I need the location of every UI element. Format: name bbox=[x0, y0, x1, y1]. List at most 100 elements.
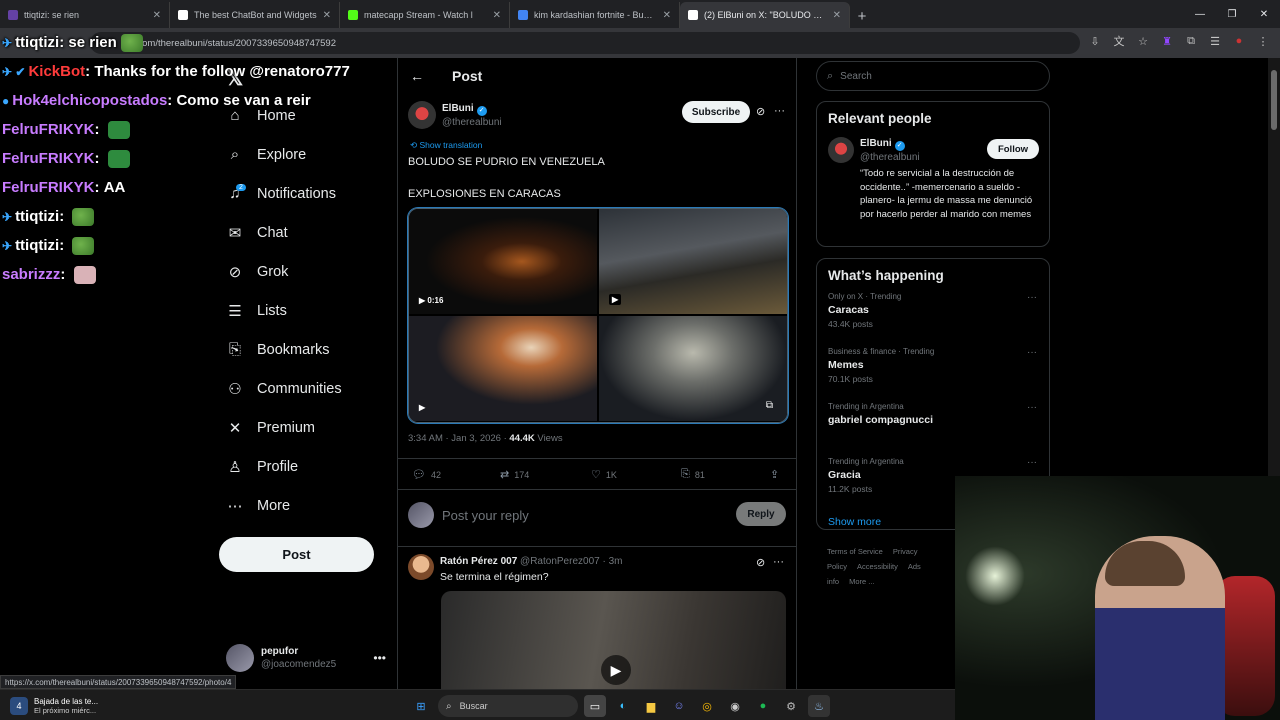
minimize-icon[interactable]: — bbox=[1184, 0, 1216, 28]
close-tab-icon[interactable]: ✕ bbox=[323, 10, 331, 21]
tweet-text: BOLUDO SE PUDRIO EN VENEZUELA EXPLOSIONE… bbox=[408, 154, 788, 202]
browser-tab[interactable]: ttiqtizi: se rien ✕ bbox=[0, 2, 170, 28]
grok-icon[interactable]: ⊘ bbox=[756, 105, 765, 118]
news-widget[interactable]: 4 Bajada de las te... El próximo miérc..… bbox=[10, 693, 150, 719]
chat-emote-icon bbox=[72, 236, 95, 255]
side-panel-icon[interactable]: ☰ bbox=[1208, 34, 1222, 48]
github-icon[interactable]: ◉ bbox=[724, 695, 746, 717]
trend-item[interactable]: Trending in Argentina gabriel compagnucci… bbox=[817, 402, 1049, 457]
windows-start-icon[interactable]: ⊞ bbox=[410, 695, 432, 717]
reply-action[interactable]: 💬︎ 42 bbox=[412, 468, 441, 481]
close-window-icon[interactable]: ✕ bbox=[1248, 0, 1280, 28]
more-options-icon[interactable]: ··· bbox=[1027, 347, 1037, 358]
search-input[interactable]: ⌕ Search bbox=[816, 61, 1050, 91]
profile-avatar-icon[interactable]: ● bbox=[1232, 34, 1246, 48]
tab-favicon-icon bbox=[688, 10, 698, 20]
browser-menu-icon[interactable]: ⋮ bbox=[1256, 34, 1270, 48]
repost-action[interactable]: ⇄ 174 bbox=[500, 468, 529, 481]
chat-colon: : bbox=[59, 208, 65, 225]
reply-button[interactable]: Reply bbox=[736, 502, 786, 526]
video-thumbnail-1[interactable]: ▶ 0:16 bbox=[409, 209, 597, 314]
taskbar-search[interactable]: ⌕ Buscar bbox=[438, 695, 578, 717]
nav-item-communities[interactable]: ⚇ Communities bbox=[226, 369, 386, 408]
avatar[interactable] bbox=[408, 101, 436, 129]
bookmark-star-icon[interactable]: ☆ bbox=[1136, 34, 1150, 48]
discord-icon[interactable]: ☺ bbox=[668, 695, 690, 717]
alt-image-icon[interactable]: ⧉ bbox=[766, 400, 773, 411]
more-dots-icon[interactable]: ••• bbox=[373, 651, 386, 665]
nav-item-premium[interactable]: ✕ Premium bbox=[226, 408, 386, 447]
trend-context: Business & finance · Trending bbox=[828, 347, 935, 356]
video-thumbnail-3[interactable]: ▶ bbox=[409, 316, 597, 421]
trend-item[interactable]: Business & finance · Trending Memes 70.1K … bbox=[817, 347, 1049, 402]
subscribe-button[interactable]: Subscribe bbox=[682, 101, 750, 123]
show-translation-link[interactable]: ⟲ Show translation bbox=[410, 140, 482, 151]
author-name[interactable]: ElBuni bbox=[442, 103, 474, 114]
browser-tab[interactable]: kim kardashian fortnite - Busca ✕ bbox=[510, 2, 680, 28]
avatar[interactable] bbox=[828, 137, 854, 163]
nav-item-lists[interactable]: ☰ Lists bbox=[226, 291, 386, 330]
install-app-icon[interactable]: ⇩ bbox=[1088, 34, 1102, 48]
task-view-icon[interactable]: ▭ bbox=[584, 695, 606, 717]
author-handle[interactable]: @therealbuni bbox=[442, 116, 502, 129]
new-tab-button[interactable]: + bbox=[850, 4, 874, 28]
restore-icon[interactable]: ❐ bbox=[1216, 0, 1248, 28]
close-tab-icon[interactable]: ✕ bbox=[833, 10, 841, 21]
trend-item[interactable]: Only on X · Trending Caracas 43.4K posts ··… bbox=[817, 292, 1049, 347]
follow-button[interactable]: Follow bbox=[987, 139, 1039, 159]
browser-tab[interactable]: matecapp Stream - Watch l ✕ bbox=[340, 2, 510, 28]
more-options-icon[interactable]: ··· bbox=[774, 105, 785, 117]
more-options-icon[interactable]: ··· bbox=[1027, 292, 1037, 303]
chrome-icon[interactable]: ◎ bbox=[696, 695, 718, 717]
nav-item-profile[interactable]: ♙ Profile bbox=[226, 447, 386, 486]
avatar[interactable] bbox=[408, 554, 434, 580]
close-tab-icon[interactable]: ✕ bbox=[663, 10, 671, 21]
heart-icon: ♡ bbox=[591, 469, 601, 481]
post-button[interactable]: Post bbox=[219, 537, 374, 572]
taskbar: 4 Bajada de las te... El próximo miérc..… bbox=[0, 689, 955, 720]
reply-author-name[interactable]: Ratón Pérez 007 bbox=[440, 556, 517, 567]
play-icon[interactable]: ▶ bbox=[601, 655, 631, 685]
footer-link[interactable]: Terms of Service bbox=[827, 547, 883, 556]
close-tab-icon[interactable]: ✕ bbox=[153, 10, 161, 21]
browser-tab[interactable]: (2) ElBuni on X: "BOLUDO SE P ✕ bbox=[680, 2, 850, 28]
bookmark-action[interactable]: ⎘ 81 bbox=[681, 468, 705, 481]
like-action[interactable]: ♡ 1K bbox=[591, 468, 617, 481]
back-arrow-icon[interactable]: ← bbox=[410, 68, 424, 84]
reply-input[interactable]: Post your reply bbox=[442, 508, 529, 523]
post-time[interactable]: 3:34 AM · Jan 3, 2026 · bbox=[408, 433, 509, 444]
twitch-ext-icon[interactable]: ♜ bbox=[1160, 34, 1174, 48]
relevant-person[interactable]: ElBuni ✓ @therealbuni Follow “Todo re ser… bbox=[817, 135, 1049, 245]
grok-icon[interactable]: ⊘ bbox=[756, 556, 765, 569]
settings-gear-icon[interactable]: ⚙ bbox=[780, 695, 802, 717]
photo-thumbnail-4[interactable]: ⧉ bbox=[599, 316, 787, 421]
chat-text: Como se van a reir bbox=[176, 92, 311, 109]
relevant-people-title: Relevant people bbox=[828, 111, 932, 126]
footer-link[interactable]: Accessibility bbox=[857, 562, 898, 571]
account-switcher[interactable]: pepufor @joacomendez5 ••• bbox=[226, 643, 386, 673]
more-options-icon[interactable]: ··· bbox=[1027, 457, 1037, 468]
close-tab-icon[interactable]: ✕ bbox=[493, 10, 501, 21]
person-name[interactable]: ElBuni bbox=[860, 138, 892, 149]
translate-icon[interactable]: 文 bbox=[1112, 34, 1126, 48]
scrollbar[interactable] bbox=[1268, 58, 1280, 476]
more-options-icon[interactable]: ··· bbox=[773, 556, 784, 568]
edge-icon[interactable]: ◐ bbox=[612, 695, 634, 717]
nav-item-more[interactable]: ⋯ More bbox=[226, 486, 386, 525]
trend-count: 43.4K posts bbox=[828, 319, 873, 329]
nav-item-bookmarks[interactable]: ⎘ Bookmarks bbox=[226, 330, 386, 369]
file-explorer-icon[interactable]: ▆ bbox=[640, 695, 662, 717]
spotify-icon[interactable]: ● bbox=[752, 695, 774, 717]
video-thumbnail-2[interactable]: ▶ bbox=[599, 209, 787, 314]
extensions-puzzle-icon[interactable]: ⧉ bbox=[1184, 34, 1198, 48]
trend-title: Memes bbox=[828, 359, 864, 371]
browser-tab[interactable]: The best ChatBot and Widgets ✕ bbox=[170, 2, 340, 28]
footer-link[interactable]: More ... bbox=[849, 577, 874, 586]
more-options-icon[interactable]: ··· bbox=[1027, 402, 1037, 413]
chat-emote-icon bbox=[120, 33, 143, 52]
steam-icon[interactable]: ♨ bbox=[808, 695, 830, 717]
tab-title: The best ChatBot and Widgets bbox=[194, 10, 317, 20]
share-action[interactable]: ⇪ bbox=[770, 468, 784, 481]
scroll-thumb[interactable] bbox=[1271, 70, 1277, 130]
divider bbox=[398, 546, 796, 547]
